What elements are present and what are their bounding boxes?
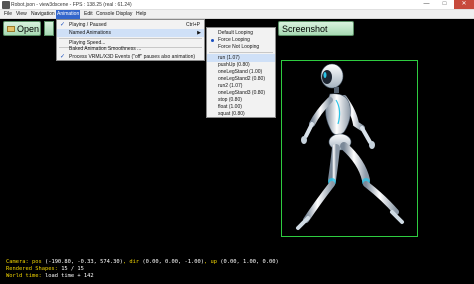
camera-label: Camera: pos: [6, 259, 42, 265]
toolbar-button[interactable]: [44, 21, 54, 36]
open-button[interactable]: Open: [3, 21, 41, 36]
minimize-button[interactable]: —: [418, 0, 435, 9]
menu-item-named-animations[interactable]: Named Animations ▶: [57, 29, 204, 37]
check-icon: ✓: [60, 22, 66, 28]
menu-bar: File View Navigation Animation Edit Cons…: [0, 10, 474, 19]
menu-item-playing-paused[interactable]: ✓ Playing / Paused Ctrl+P: [57, 21, 204, 29]
radio-selected-icon: [211, 39, 214, 42]
camera-dir-label: dir: [129, 259, 140, 265]
world-time-label: World time:: [6, 273, 42, 279]
chevron-right-icon: ▶: [197, 30, 201, 36]
camera-dir-value: (0.00, 0.00, -1.00): [142, 259, 205, 265]
close-button[interactable]: ✕: [454, 0, 474, 9]
rendered-shapes-status: Rendered Shapes: 15 / 15: [6, 266, 84, 272]
camera-pos-value: (-190.80, -0.33, 574.30): [44, 259, 123, 265]
menu-display[interactable]: Display: [115, 10, 133, 19]
submenu-item-force-not-looping[interactable]: Force Not Looping: [207, 43, 275, 51]
world-time-status: World time: load time + 142: [6, 273, 94, 279]
screenshot-button[interactable]: Screenshot: [278, 21, 354, 36]
open-button-label: Open: [17, 24, 40, 34]
animation-menu: ✓ Playing / Paused Ctrl+P Named Animatio…: [56, 19, 205, 61]
camera-up-label: up: [210, 259, 218, 265]
screenshot-button-label: Screenshot: [282, 24, 328, 34]
app-icon: [2, 1, 10, 9]
named-animations-submenu: Default Looping Force Looping Force Not …: [206, 27, 276, 118]
menu-view[interactable]: View: [15, 10, 28, 19]
submenu-item-squat[interactable]: squat (0.80): [207, 110, 275, 118]
camera-up-value: (0.00, 1.00, 0.00): [220, 259, 279, 265]
menu-edit[interactable]: Edit: [83, 10, 94, 19]
menu-separator: [209, 52, 273, 53]
world-time-value: load time + 142: [44, 273, 94, 279]
menu-animation[interactable]: Animation: [56, 10, 81, 19]
robot-model: [296, 63, 404, 230]
window-title: Robot.json - view3dscene - FPS : 138.25 …: [11, 2, 132, 8]
menu-help[interactable]: Help: [135, 10, 147, 19]
menu-file[interactable]: File: [3, 10, 13, 19]
menu-navigation[interactable]: Navigation: [30, 10, 56, 19]
menu-console[interactable]: Console: [95, 10, 115, 19]
title-bar: Robot.json - view3dscene - FPS : 138.25 …: [0, 0, 474, 10]
menu-item-process-events[interactable]: ✓ Process VRML/X3D Events ("off" pauses …: [57, 53, 204, 61]
rendered-shapes-label: Rendered Shapes:: [6, 266, 58, 272]
camera-status: Camera: pos (-190.80, -0.33, 574.30), di…: [6, 259, 279, 265]
maximize-button[interactable]: □: [436, 0, 453, 9]
rendered-shapes-value: 15 / 15: [61, 266, 84, 272]
folder-icon: [7, 26, 15, 32]
check-icon: ✓: [60, 54, 66, 60]
menu-item-baked-smoothness[interactable]: Baked Animation Smoothness ...: [57, 45, 204, 53]
